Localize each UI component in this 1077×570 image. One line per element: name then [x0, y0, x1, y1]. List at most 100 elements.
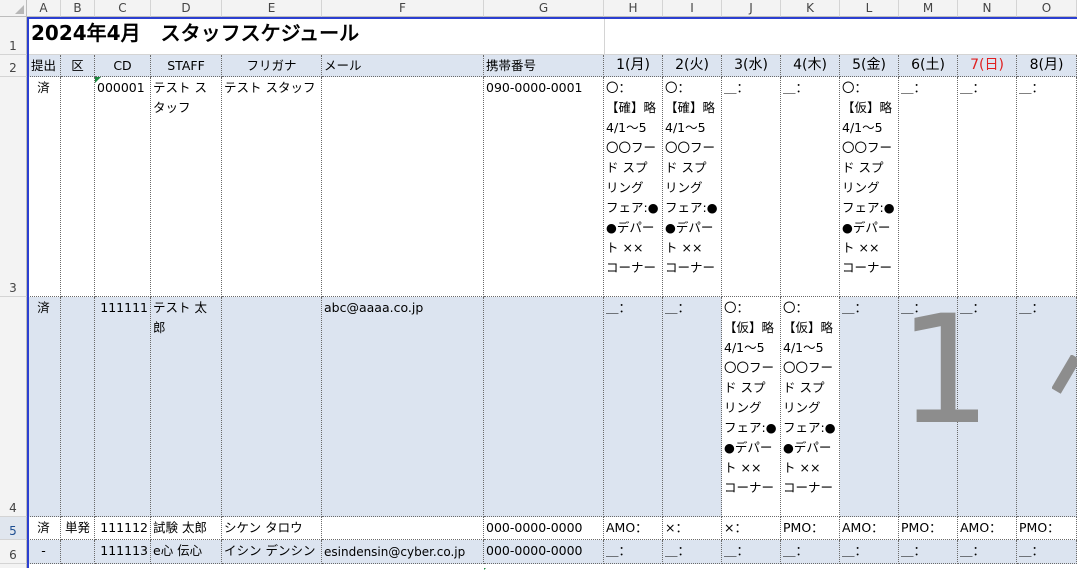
cell-day-3[interactable]: 〇： 【仮】略 4/1～5 〇〇フー ド スプ リング フェア:● ●デパー ト… — [722, 297, 781, 517]
header-category[interactable]: 区 — [61, 55, 95, 77]
column-header-e[interactable]: E — [222, 0, 322, 17]
cell-day-1[interactable]: ＿： — [604, 540, 663, 564]
column-header-d[interactable]: D — [151, 0, 222, 17]
cell-day-2[interactable]: ＿： — [663, 540, 722, 564]
column-header-k[interactable]: K — [781, 0, 840, 17]
sheet-title[interactable]: 2024年4月 スタッフスケジュール — [27, 17, 604, 55]
column-header-o[interactable]: O — [1017, 0, 1077, 17]
cell-day-6[interactable]: ＿： — [899, 77, 958, 297]
cell-day-6[interactable]: PMO： — [899, 517, 958, 540]
cell-day-3[interactable]: ＿： — [722, 77, 781, 297]
column-header-f[interactable]: F — [322, 0, 484, 17]
cell-staff[interactable]: e心 伝心 — [151, 540, 222, 564]
cell-email[interactable] — [322, 77, 484, 297]
row-header-7[interactable] — [0, 564, 27, 568]
cell-day-1[interactable]: 〇： 【確】略 4/1～5 〇〇フー ド スプ リング フェア:● ●デパー ト… — [604, 77, 663, 297]
cell-category[interactable] — [61, 540, 95, 564]
row-header-2[interactable]: 2 — [0, 55, 27, 77]
cell-day-7[interactable]: ＿： — [958, 540, 1017, 564]
header-mobile[interactable]: 携帯番号 — [484, 55, 604, 77]
cell-day-8[interactable]: ＿： — [1017, 540, 1077, 564]
cell-day-4[interactable]: PMO： — [781, 517, 840, 540]
cell-day-4[interactable]: 〇： 【仮】略 4/1～5 〇〇フー ド スプ リング フェア:● ●デパー ト… — [781, 297, 840, 517]
cell-cd[interactable]: 111113 — [95, 540, 151, 564]
header-day-1[interactable]: 1(月) — [604, 55, 663, 77]
cell-email[interactable]: abc@aaaa.co.jp — [322, 297, 484, 517]
row-header-5[interactable]: 5 — [0, 517, 27, 540]
title-row-empty[interactable] — [604, 17, 1077, 55]
header-staff[interactable]: STAFF — [151, 55, 222, 77]
header-furigana[interactable]: フリガナ — [222, 55, 322, 77]
cell-category[interactable]: 単発 — [61, 517, 95, 540]
header-day-7-sunday[interactable]: 7(日) — [958, 55, 1017, 77]
cell-day-7[interactable]: AMO： — [958, 517, 1017, 540]
cell-staff[interactable]: テスト 太郎 — [151, 297, 222, 517]
cell-category[interactable] — [61, 297, 95, 517]
cell-mobile[interactable] — [484, 297, 604, 517]
next-row-partial[interactable] — [27, 564, 1077, 568]
row-header-4[interactable]: 4 — [0, 297, 27, 517]
header-email[interactable]: メール — [322, 55, 484, 77]
header-day-3[interactable]: 3(水) — [722, 55, 781, 77]
row-header-6[interactable]: 6 — [0, 540, 27, 564]
cell-day-8[interactable]: ＿： — [1017, 297, 1077, 517]
cell-submitted[interactable]: 済 — [27, 77, 61, 297]
column-header-n[interactable]: N — [958, 0, 1017, 17]
cell-submitted[interactable]: 済 — [27, 297, 61, 517]
cell-furigana[interactable] — [222, 297, 322, 517]
column-header-h[interactable]: H — [604, 0, 663, 17]
cell-furigana[interactable]: テスト スタッフ — [222, 77, 322, 297]
header-submitted[interactable]: 提出 — [27, 55, 61, 77]
cell-furigana[interactable]: イシン デンシン — [222, 540, 322, 564]
cell-day-7[interactable]: ＿： — [958, 77, 1017, 297]
cell-cd[interactable]: 111112 — [95, 517, 151, 540]
column-header-a[interactable]: A — [27, 0, 61, 17]
cell-day-4[interactable]: ＿： — [781, 77, 840, 297]
cell-category[interactable] — [61, 77, 95, 297]
header-day-2[interactable]: 2(火) — [663, 55, 722, 77]
cell-day-3[interactable]: ×： — [722, 517, 781, 540]
cell-day-6[interactable]: ＿： — [899, 540, 958, 564]
header-day-6[interactable]: 6(土) — [899, 55, 958, 77]
cell-day-2[interactable]: 〇： 【確】略 4/1～5 〇〇フー ド スプ リング フェア:● ●デパー ト… — [663, 77, 722, 297]
cell-day-1[interactable]: ＿： — [604, 297, 663, 517]
cell-furigana[interactable]: シケン タロウ — [222, 517, 322, 540]
column-header-c[interactable]: C — [95, 0, 151, 17]
cell-day-1[interactable]: AMO： — [604, 517, 663, 540]
cell-mobile[interactable]: 000-0000-0000 — [484, 517, 604, 540]
cell-day-5[interactable]: AMO： — [840, 517, 899, 540]
row-header-1[interactable]: 1 — [0, 17, 27, 55]
cell-day-3[interactable]: ＿： — [722, 540, 781, 564]
cell-day-5[interactable]: ＿： — [840, 297, 899, 517]
cell-day-8[interactable]: ＿： — [1017, 77, 1077, 297]
cell-mobile[interactable]: 090-0000-0001 — [484, 77, 604, 297]
select-all-corner[interactable] — [0, 0, 27, 17]
column-header-i[interactable]: I — [663, 0, 722, 17]
column-header-g[interactable]: G — [484, 0, 604, 17]
row-number: 5 — [9, 524, 17, 538]
cell-day-2[interactable]: ×： — [663, 517, 722, 540]
column-header-l[interactable]: L — [840, 0, 899, 17]
cell-mobile[interactable]: 000-0000-0000 — [484, 540, 604, 564]
cell-day-5[interactable]: ＿： — [840, 540, 899, 564]
cell-staff[interactable]: テスト ス タッフ — [151, 77, 222, 297]
cell-day-2[interactable]: ＿： — [663, 297, 722, 517]
cell-day-8[interactable]: PMO： — [1017, 517, 1077, 540]
cell-day-4[interactable]: ＿： — [781, 540, 840, 564]
column-header-m[interactable]: M — [899, 0, 958, 17]
cell-email[interactable]: esindensin@cyber.co.jp — [322, 540, 484, 564]
header-day-5[interactable]: 5(金) — [840, 55, 899, 77]
cell-cd[interactable]: 111111 — [95, 297, 151, 517]
cell-day-5[interactable]: 〇： 【仮】略 4/1～5 〇〇フー ド スプ リング フェア:● ●デパー ト… — [840, 77, 899, 297]
cell-staff[interactable]: 試験 太郎 — [151, 517, 222, 540]
cell-cd[interactable]: 000001 — [95, 77, 151, 297]
header-day-4[interactable]: 4(木) — [781, 55, 840, 77]
cell-email[interactable] — [322, 517, 484, 540]
column-header-j[interactable]: J — [722, 0, 781, 17]
cell-submitted[interactable]: - — [27, 540, 61, 564]
row-header-3[interactable]: 3 — [0, 77, 27, 297]
header-day-8[interactable]: 8(月) — [1017, 55, 1077, 77]
header-cd[interactable]: CD — [95, 55, 151, 77]
column-header-b[interactable]: B — [61, 0, 95, 17]
cell-submitted[interactable]: 済 — [27, 517, 61, 540]
